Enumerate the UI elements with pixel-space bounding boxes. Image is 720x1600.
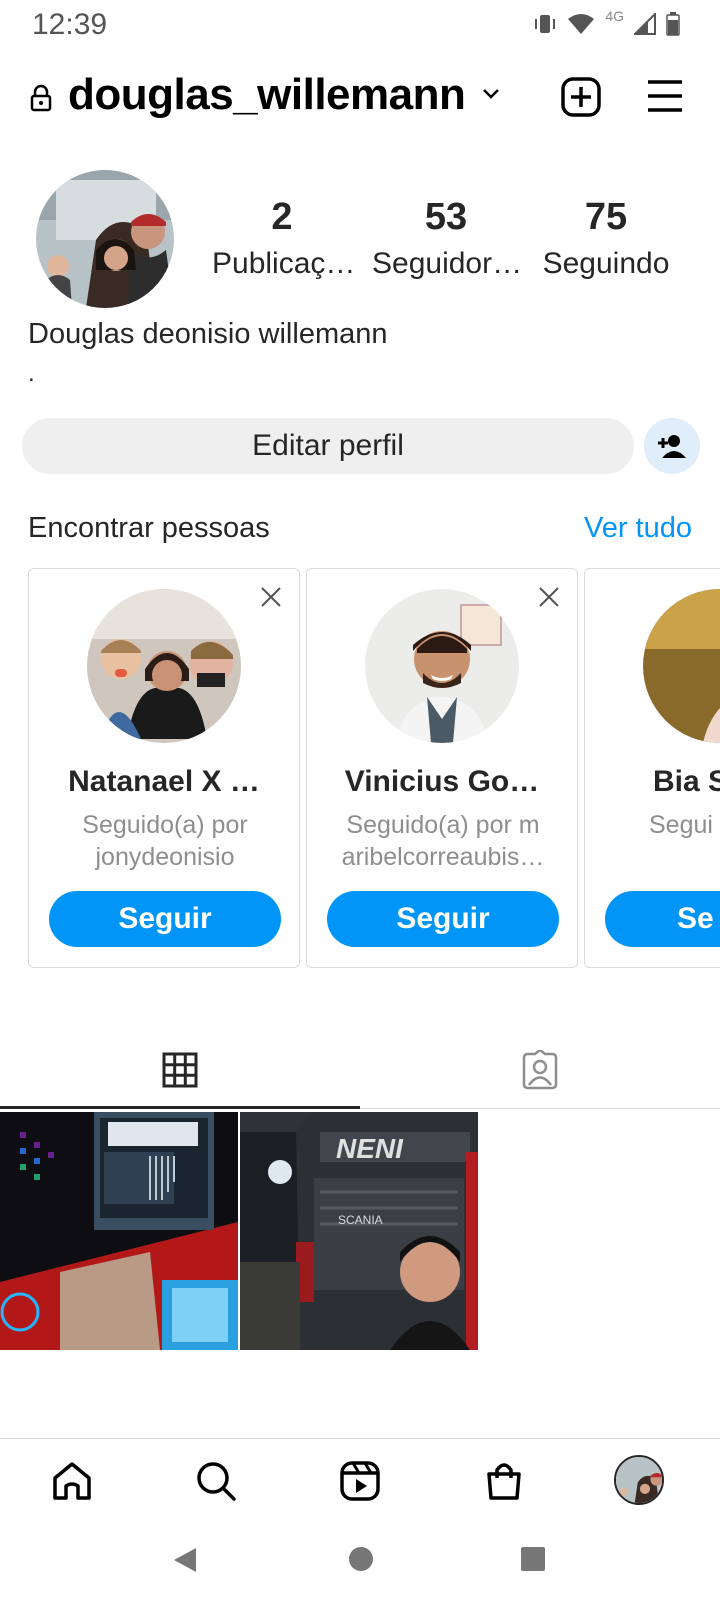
svg-text:NENI: NENI [336,1133,404,1164]
system-navigation [0,1518,720,1600]
posts-label: Publicaç… [212,247,356,280]
suggestion-context: Segui [649,809,720,841]
lock-icon [30,84,52,112]
shop-icon [487,1463,521,1500]
suggestion-avatar[interactable] [87,589,241,743]
suggestion-avatar[interactable] [365,589,519,743]
close-icon[interactable] [259,585,283,609]
post-thumbnail[interactable] [0,1112,238,1350]
nav-reels[interactable] [336,1457,384,1505]
stat-posts[interactable]: 2 Publicaç… [212,196,356,281]
full-name: Douglas deonisio willemann [28,318,388,350]
reels-icon [340,1461,380,1501]
nav-shop[interactable] [480,1457,528,1505]
stat-following[interactable]: 75 Seguindo [538,196,674,281]
follow-button[interactable]: Se [605,891,720,947]
follow-button[interactable]: Seguir [49,891,281,947]
following-count: 75 [584,196,628,238]
home-icon [53,1462,91,1500]
wifi-icon [568,14,595,34]
suggestion-name[interactable]: Bia S [585,765,720,799]
discover-people-button[interactable] [644,418,700,474]
suggestions-carousel[interactable]: Natanael X … Seguido(a) por jonydeonisio… [0,568,720,968]
add-user-icon [658,435,686,458]
nav-profile[interactable] [612,1453,666,1507]
suggestion-avatar[interactable] [643,589,720,743]
stat-followers[interactable]: 53 Seguidor… [372,196,523,281]
suggestion-context-line1: Seguido(a) por m [346,811,540,839]
menu-icon[interactable] [646,78,684,114]
find-people-title: Encontrar pessoas [28,512,270,544]
following-label: Seguindo [542,247,670,280]
nav-search[interactable] [192,1457,240,1505]
post-thumbnail[interactable]: NENI SCANIA [240,1112,478,1350]
close-icon[interactable] [537,585,561,609]
new-post-icon[interactable] [560,76,602,118]
chevron-down-icon[interactable] [480,86,502,102]
status-icons: 4G [533,8,680,36]
profile-avatar-small [614,1455,664,1505]
edit-profile-button[interactable]: Editar perfil [22,418,634,474]
follow-button[interactable]: Seguir [327,891,559,947]
recents-icon[interactable] [520,1546,546,1572]
bottom-navigation [0,1438,720,1518]
suggestion-name[interactable]: Natanael X … [29,765,299,799]
suggestion-context-line1: Seguido(a) por [82,811,248,839]
suggestion-card[interactable]: Vinicius Go… Seguido(a) por m aribelcorr… [306,568,578,968]
nav-home[interactable] [48,1457,96,1505]
signal-icon [634,13,656,35]
followers-count: 53 [424,196,468,238]
username[interactable]: douglas_willemann [68,70,466,120]
back-icon[interactable] [172,1546,198,1574]
tab-grid[interactable] [0,1030,360,1110]
vibrate-icon [535,15,556,33]
suggestion-context-line1: Segui [649,811,713,839]
battery-icon [666,12,680,36]
bio: . [28,360,35,387]
suggestion-card[interactable]: Natanael X … Seguido(a) por jonydeonisio… [28,568,300,968]
search-icon [197,1462,236,1501]
svg-text:SCANIA: SCANIA [338,1213,383,1227]
status-bar: 12:39 4G [0,0,720,52]
suggestion-context: Seguido(a) por m aribelcorreaubis… [331,809,555,873]
suggestion-context-line2: jonydeonisio [95,843,235,871]
active-tab-indicator [0,1106,360,1109]
suggestion-card[interactable]: Bia S Segui Se [584,568,720,968]
profile-avatar[interactable] [36,170,174,308]
network-label: 4G [605,8,624,24]
suggestion-context-line2: aribelcorreaubis… [341,843,545,871]
suggestion-name[interactable]: Vinicius Go… [307,765,577,799]
see-all-link[interactable]: Ver tudo [584,512,692,545]
posts-count: 2 [271,196,293,238]
followers-label: Seguidor… [372,247,523,280]
tagged-icon [522,1050,558,1090]
grid-icon [162,1052,198,1088]
suggestion-context: Seguido(a) por jonydeonisio [53,809,277,873]
status-time: 12:39 [32,8,108,41]
tab-tagged[interactable] [360,1030,720,1110]
profile-header: douglas_willemann [0,66,720,132]
home-circle-icon[interactable] [348,1546,374,1572]
